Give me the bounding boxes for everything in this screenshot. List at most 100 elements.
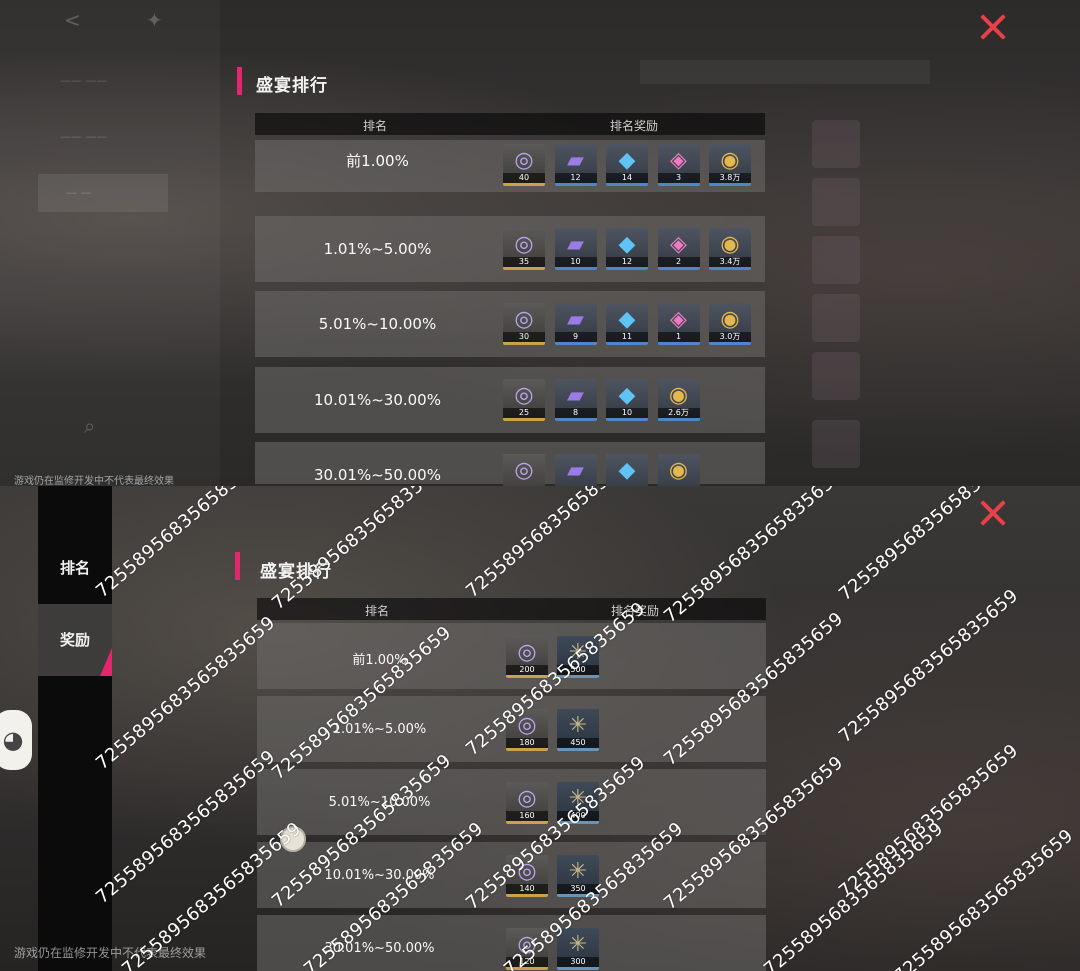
reward-count: 3 [657, 173, 700, 183]
reward-count: 2.6万 [657, 407, 700, 418]
reward-count: 350 [557, 884, 599, 894]
reward-count: 1 [657, 332, 700, 342]
table-header: 排名 排名奖励 [257, 598, 766, 620]
close-icon[interactable] [975, 10, 1011, 46]
reward-count: 30 [503, 332, 545, 342]
penguin-mascot-icon[interactable]: ◕ [0, 710, 32, 770]
page-title: 盛宴排行 [256, 76, 328, 96]
reward-item[interactable]: ▰ 9 [554, 303, 597, 345]
header-reward: 排名奖励 [610, 119, 659, 133]
table-row: 1.01%~5.00% ◎ 35 ▰ 10 ◆ 12 ◈ 2 ◉ 3.4万 [255, 215, 765, 282]
reward-count: 3.8万 [709, 173, 751, 183]
bottom-screenshot-panel: ◕ 排名 奖励 盛宴排行 排名 排名奖励 前1.00% ◎ 200 ✳ 500 1.01%… [0, 486, 1080, 971]
page-title: 盛宴排行 [260, 562, 332, 582]
ring-icon: ◎ [514, 458, 534, 483]
title-accent-bar [235, 552, 240, 580]
reward-count: 180 [506, 738, 548, 748]
blurred-dropdown [640, 60, 930, 84]
table-row: 10.01%~30.00% ◎ 140 ✳ 350 [257, 842, 766, 908]
reward-count: 400 [557, 811, 599, 821]
reward-item[interactable]: ▰ 12 [554, 144, 597, 186]
reward-item[interactable]: ◆ 10 [606, 378, 648, 421]
ring-icon: ◎ [517, 932, 537, 957]
header-reward: 排名奖励 [611, 604, 660, 618]
rank-label: 1.01%~5.00% [323, 239, 432, 258]
reward-count: 11 [606, 332, 648, 342]
reward-item[interactable]: ◎ [503, 454, 545, 486]
reward-item[interactable]: ◆ 14 [606, 144, 648, 186]
close-icon[interactable] [975, 496, 1011, 532]
reward-count: 40 [503, 173, 545, 183]
rank-label: 10.01%~30.00% [314, 390, 441, 409]
reward-item[interactable]: ◎ 140 [506, 855, 548, 897]
net-icon: ✳ [568, 640, 588, 665]
reward-count: 120 [506, 957, 548, 967]
scroll-handle[interactable] [280, 826, 306, 852]
reward-count: 9 [554, 332, 597, 342]
reward-count: 140 [506, 884, 548, 894]
reward-count: 12 [606, 256, 648, 267]
reward-item[interactable]: ✳ 400 [557, 782, 599, 824]
reward-item[interactable]: ◆ 11 [606, 303, 648, 345]
reward-item[interactable]: ◉ 3.4万 [709, 227, 751, 270]
ring-icon: ◎ [517, 640, 537, 665]
net-icon: ✳ [568, 713, 588, 738]
reward-item[interactable]: ◎ 40 [503, 144, 545, 186]
coin-icon: ◉ [668, 458, 689, 483]
reward-count: 25 [503, 407, 545, 418]
reward-item[interactable]: ◎ 30 [503, 303, 545, 345]
tab-reward[interactable]: 奖励 [38, 604, 112, 676]
reward-item[interactable]: ◉ 3.0万 [709, 303, 751, 345]
reward-item[interactable]: ◉ 3.8万 [709, 144, 751, 186]
reward-count: 2 [657, 256, 700, 267]
reward-count: 3.4万 [709, 256, 751, 267]
reward-item[interactable]: ✳ 350 [557, 855, 599, 897]
gift-box-icon: ◈ [670, 307, 687, 332]
rank-label: 5.01%~10.00% [318, 315, 437, 333]
reward-count: 10 [554, 256, 597, 267]
reward-count: 12 [554, 173, 597, 183]
reward-item[interactable]: ✳ 300 [557, 928, 599, 970]
reward-item[interactable]: ◈ 2 [657, 227, 700, 270]
reward-item[interactable]: ▰ [554, 454, 597, 486]
rank-label: 前1.00% [352, 653, 407, 668]
reward-item[interactable]: ◈ 3 [657, 144, 700, 186]
reward-item[interactable]: ◎ 35 [503, 227, 545, 270]
reward-item[interactable]: ▰ 10 [554, 227, 597, 270]
reward-count: 10 [606, 407, 648, 418]
coin-icon: ◉ [720, 231, 740, 257]
blurred-left-menu: < ✦ —— —— —— —— — — ⌕ [0, 0, 220, 486]
reward-item[interactable]: ◎ 25 [503, 378, 545, 421]
ring-icon: ◎ [514, 148, 534, 173]
table-row: 前1.00% ◎ 40 ▰ 12 ◆ 14 ◈ 3 ◉ 3.8万 [255, 140, 765, 192]
reward-item[interactable]: ◎ 180 [506, 709, 548, 751]
reward-item[interactable]: ◉ [657, 454, 700, 486]
ring-icon: ◎ [514, 231, 534, 257]
dev-notice: 游戏仍在监修开发中不代表最终效果 [14, 946, 207, 960]
share-icon: < [64, 8, 81, 32]
ring-icon: ◎ [514, 382, 534, 408]
table-row: 1.01%~5.00% ◎ 180 ✳ 450 [257, 696, 766, 762]
reward-item[interactable]: ◆ [606, 454, 648, 486]
reward-item[interactable]: ✳ 500 [557, 636, 599, 678]
reward-item[interactable]: ◈ 1 [657, 303, 700, 345]
reward-item[interactable]: ▰ 8 [554, 378, 597, 421]
reward-item[interactable]: ◆ 12 [606, 227, 648, 270]
crystal-icon: ◆ [618, 148, 636, 173]
reward-item[interactable]: ◎ 160 [506, 782, 548, 824]
reward-item[interactable]: ◎ 200 [506, 636, 548, 678]
ring-icon: ◎ [517, 859, 537, 884]
reward-item[interactable]: ✳ 450 [557, 709, 599, 751]
coin-icon: ◉ [668, 382, 689, 408]
reward-count: 3.0万 [709, 332, 751, 342]
gift-box-icon: ◈ [670, 148, 687, 173]
tab-rank[interactable]: 排名 [38, 532, 112, 604]
coin-icon: ◉ [720, 148, 740, 173]
table-row: 前1.00% ◎ 200 ✳ 500 [257, 623, 766, 689]
reward-item[interactable]: ◎ 120 [506, 928, 548, 970]
rank-label: 10.01%~30.00% [324, 868, 435, 883]
reward-item[interactable]: ◉ 2.6万 [657, 378, 700, 421]
header-rank: 排名 [363, 119, 388, 133]
reward-count: 200 [506, 665, 548, 675]
blurred-menu-item: —— —— [60, 130, 108, 143]
